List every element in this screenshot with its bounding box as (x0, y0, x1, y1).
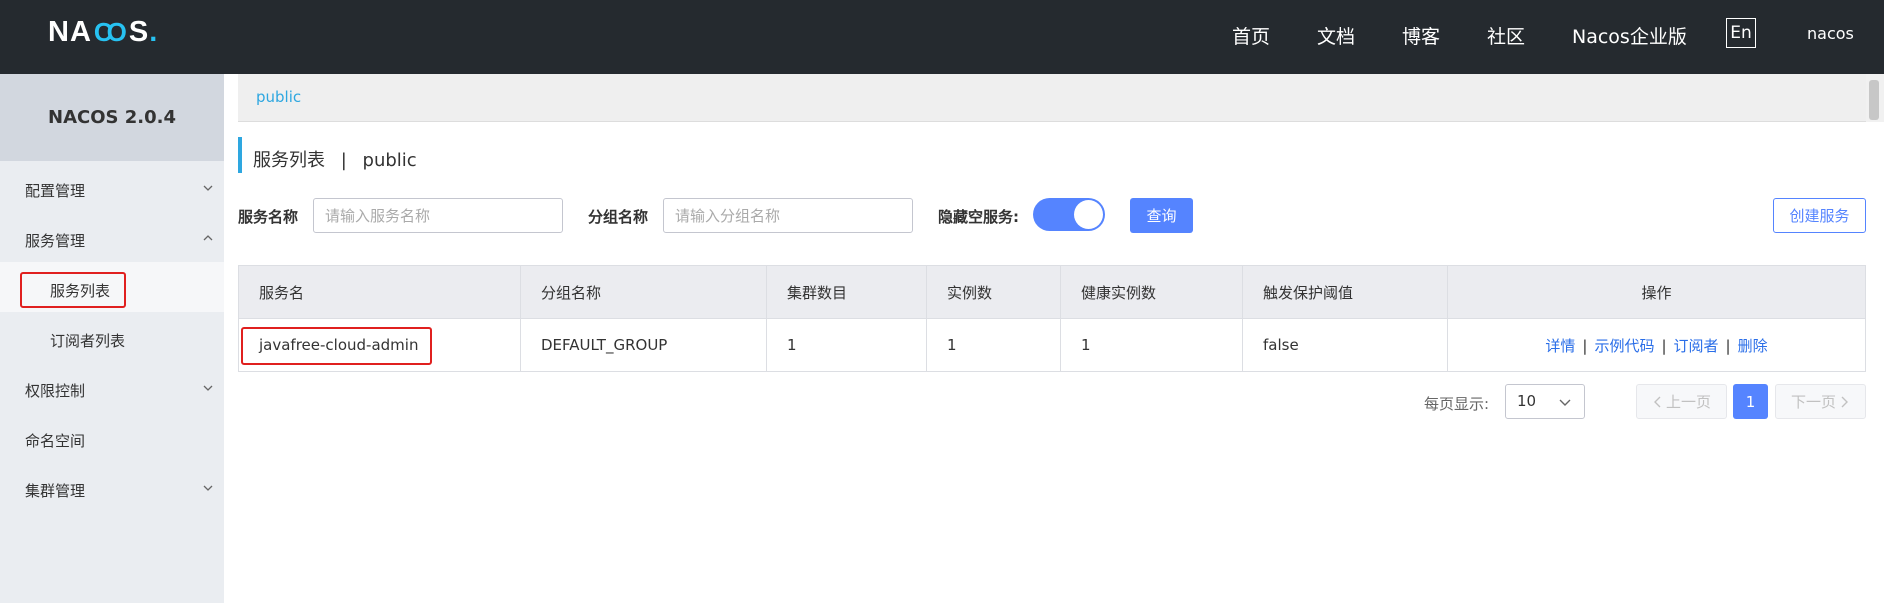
col-group-name: 分组名称 (520, 265, 767, 319)
action-separator: | (1661, 336, 1667, 355)
cell-protect-threshold: false (1242, 318, 1448, 372)
sidebar-item-config[interactable]: 配置管理 (25, 180, 85, 201)
logo-infinity-mark: CO (93, 16, 127, 47)
page-title-namespace: public (362, 150, 417, 171)
service-table: 服务名 分组名称 集群数目 实例数 健康实例数 触发保护阈值 操作 javafr… (238, 265, 1866, 372)
hide-empty-label: 隐藏空服务: (938, 208, 1019, 226)
chevron-up-icon[interactable] (202, 232, 214, 244)
nacos-logo[interactable]: NA CO S. (48, 14, 158, 50)
cell-cluster-count: 1 (766, 318, 927, 372)
page-title-separator: | (340, 150, 347, 171)
cell-group-name: DEFAULT_GROUP (520, 318, 767, 372)
nav-blog[interactable]: 博客 (1402, 22, 1440, 49)
action-separator: | (1725, 336, 1731, 355)
page-size-select[interactable]: 10 (1505, 384, 1585, 419)
scrollbar-thumb[interactable] (1869, 80, 1879, 120)
logo-text-b: S (128, 15, 150, 48)
prev-page-label: 上一页 (1665, 393, 1711, 411)
chevron-down-icon[interactable] (202, 482, 214, 494)
chevron-down-icon[interactable] (202, 182, 214, 194)
nav-community[interactable]: 社区 (1487, 22, 1525, 49)
page-title-text: 服务列表 (253, 150, 325, 171)
query-button[interactable]: 查询 (1130, 198, 1193, 233)
sidebar-item-auth[interactable]: 权限控制 (25, 380, 85, 401)
col-cluster-count: 集群数目 (766, 265, 927, 319)
chevron-down-icon (1559, 399, 1571, 406)
action-subscribers-link[interactable]: 订阅者 (1674, 337, 1719, 355)
cell-instance-count: 1 (926, 318, 1061, 372)
nav-home[interactable]: 首页 (1232, 22, 1270, 49)
service-name-label: 服务名称 (238, 208, 299, 226)
title-accent-bar (238, 137, 242, 173)
nav-enterprise[interactable]: Nacos企业版 (1572, 22, 1687, 49)
sidebar-version-title: NACOS 2.0.4 (0, 74, 224, 161)
next-page-button[interactable]: 下一页 (1775, 384, 1866, 419)
group-name-label: 分组名称 (588, 208, 649, 226)
prev-page-button[interactable]: 上一页 (1636, 384, 1727, 419)
group-name-input[interactable] (663, 198, 913, 233)
action-delete-link[interactable]: 删除 (1738, 337, 1768, 355)
action-details-link[interactable]: 详情 (1545, 337, 1575, 355)
highlight-box-service-name (241, 327, 432, 365)
col-healthy-count: 健康实例数 (1060, 265, 1243, 319)
create-service-button[interactable]: 创建服务 (1773, 198, 1866, 233)
col-actions: 操作 (1447, 265, 1866, 319)
namespace-link-public[interactable]: public (256, 88, 301, 106)
page-size-value: 10 (1517, 392, 1537, 410)
hide-empty-toggle[interactable] (1033, 198, 1105, 231)
highlight-box-service-list (20, 272, 126, 308)
chevron-right-icon (1841, 396, 1848, 407)
page-size-label: 每页显示: (1424, 395, 1490, 413)
sidebar-item-cluster[interactable]: 集群管理 (25, 480, 85, 501)
nav-docs[interactable]: 文档 (1317, 22, 1355, 49)
chevron-left-icon (1653, 396, 1661, 407)
logo-text-a: NA (48, 15, 92, 48)
language-switch-button[interactable]: En (1726, 18, 1756, 48)
next-page-label: 下一页 (1790, 393, 1836, 411)
page-title: 服务列表 | public (253, 146, 417, 172)
col-instance-count: 实例数 (926, 265, 1061, 319)
top-navbar: NA CO S. 首页 文档 博客 社区 Nacos企业版 En nacos (0, 0, 1884, 74)
action-separator: | (1582, 336, 1588, 355)
namespace-bar: public (238, 74, 1866, 122)
sidebar: NACOS 2.0.4 配置管理 服务管理 服务列表 订阅者列表 权限控制 命名… (0, 74, 224, 603)
action-sample-code-link[interactable]: 示例代码 (1594, 337, 1654, 355)
page-1-button[interactable]: 1 (1733, 384, 1768, 419)
table-row: javafree-cloud-admin DEFAULT_GROUP 1 1 1… (238, 318, 1866, 372)
toggle-knob (1074, 200, 1103, 229)
sidebar-item-namespace[interactable]: 命名空间 (25, 430, 85, 451)
col-protect-threshold: 触发保护阈值 (1242, 265, 1448, 319)
logo-dot: . (149, 15, 159, 48)
table-header-row: 服务名 分组名称 集群数目 实例数 健康实例数 触发保护阈值 操作 (238, 265, 1866, 319)
cell-actions: 详情 | 示例代码 | 订阅者 | 删除 (1447, 318, 1866, 372)
user-menu[interactable]: nacos (1807, 24, 1854, 43)
cell-healthy-count: 1 (1060, 318, 1243, 372)
col-service-name: 服务名 (238, 265, 521, 319)
chevron-down-icon[interactable] (202, 382, 214, 394)
sidebar-item-subscribers[interactable]: 订阅者列表 (50, 330, 125, 351)
sidebar-item-service[interactable]: 服务管理 (25, 230, 85, 251)
service-name-input[interactable] (313, 198, 563, 233)
